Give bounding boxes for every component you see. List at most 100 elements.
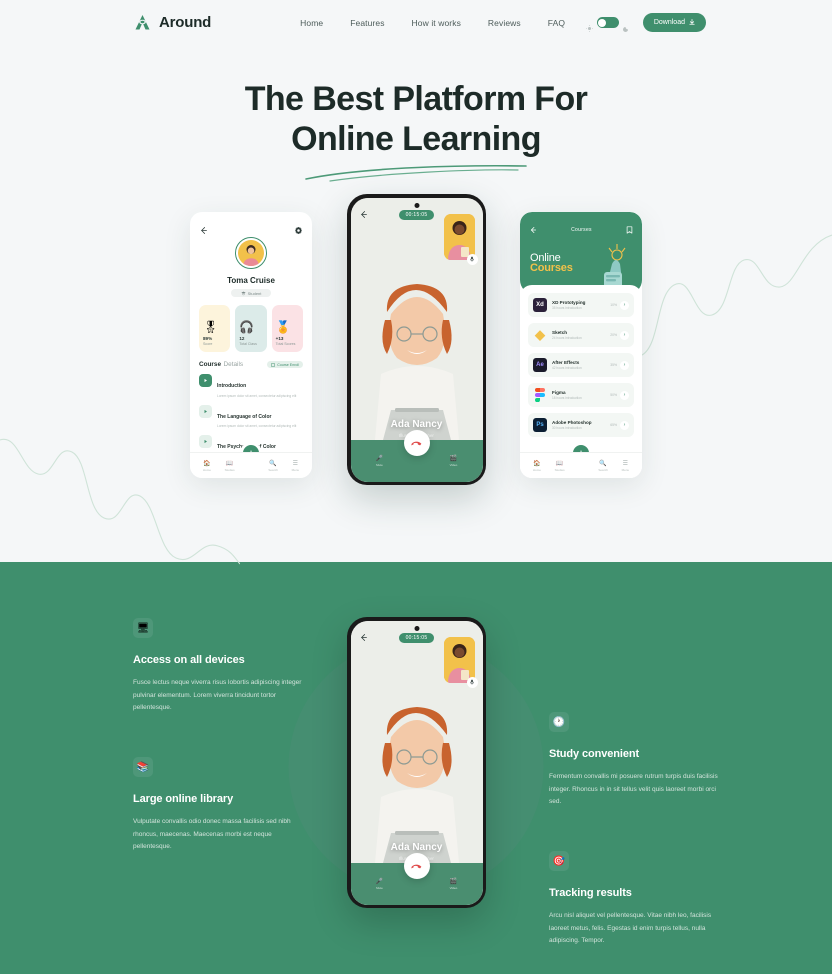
list-item[interactable]: Ae After Effects 42 hours introduction 3… bbox=[528, 353, 634, 378]
tab-menu[interactable]: ☰ Menu bbox=[292, 460, 300, 472]
avatar bbox=[235, 237, 267, 270]
mic-muted-icon[interactable] bbox=[466, 676, 478, 688]
lesson-desc: Lorem ipsum dolor sit amet, consectetur … bbox=[217, 424, 297, 429]
tab-studies[interactable]: 📖 Studies bbox=[225, 460, 235, 472]
lesson-desc: Lorem ipsum dolor sit amet, consectetur … bbox=[217, 393, 297, 398]
nav-item-reviews[interactable]: Reviews bbox=[488, 18, 521, 28]
status-badge-label: Student bbox=[247, 290, 262, 296]
chevron-right-icon[interactable]: › bbox=[620, 330, 629, 340]
course-details-header: Course Details Course Enroll bbox=[190, 352, 312, 369]
profile-name: Toma Cruise bbox=[227, 276, 275, 286]
stat-icon: 🏅 bbox=[275, 320, 291, 335]
chevron-right-icon[interactable]: › bbox=[620, 420, 629, 430]
caller-name: Ada Nancy bbox=[390, 418, 443, 430]
microphone-icon: 🎤 bbox=[375, 455, 384, 462]
sun-icon bbox=[585, 19, 593, 32]
list-item[interactable]: ◆ Sketch 24 hours introduction 20% › bbox=[528, 323, 634, 348]
avatar-image bbox=[238, 240, 264, 267]
theme-switch[interactable] bbox=[596, 17, 619, 28]
stat-value: 89% bbox=[203, 336, 213, 342]
course-subtitle: 35 hours introduction bbox=[552, 306, 582, 311]
tab-home[interactable]: 🏠 Home bbox=[533, 460, 541, 472]
mic-muted-icon[interactable] bbox=[466, 253, 478, 265]
feature-body: Vulputate convallis odio donec massa fac… bbox=[133, 818, 291, 851]
devices-icon: 🖥 bbox=[133, 618, 153, 638]
list-item[interactable]: Introduction Lorem ipsum dolor sit amet,… bbox=[190, 368, 312, 398]
phone-showcase: Toma Cruise Student 🎖 89% Score 🎧 12 Tot… bbox=[0, 194, 832, 512]
clock-icon: 🕐 bbox=[549, 712, 569, 732]
tab-video[interactable]: 🎬 Video bbox=[450, 878, 458, 890]
caller-name: Ada Nancy bbox=[390, 841, 443, 853]
nav-item-how-it-works[interactable]: How it works bbox=[412, 18, 461, 28]
chevron-right-icon[interactable]: › bbox=[620, 390, 629, 400]
back-arrow-icon[interactable] bbox=[359, 629, 368, 647]
caller-video-feed bbox=[360, 672, 473, 863]
course-progress: 10% bbox=[610, 303, 617, 308]
chevron-right-icon[interactable]: › bbox=[620, 300, 629, 310]
list-item[interactable]: The Language of Color Lorem ipsum dolor … bbox=[190, 399, 312, 429]
course-subtitle: 18 hours introduction bbox=[552, 396, 582, 401]
courses-hero-line2: Courses bbox=[530, 262, 573, 275]
stat-icon: 🎖 bbox=[203, 320, 219, 335]
courses-hero: Courses Online Courses bbox=[520, 212, 642, 295]
call-timer: 00:15:05 bbox=[398, 632, 435, 643]
video-call-screen: 00:15:05 Ada Nancy Illustrator Teacher bbox=[350, 620, 483, 905]
end-call-button[interactable] bbox=[403, 429, 430, 456]
tab-home-label: Home bbox=[532, 467, 541, 472]
pip-thumbnail[interactable] bbox=[443, 636, 475, 683]
tab-menu[interactable]: ☰ Menu bbox=[622, 460, 630, 472]
tab-search[interactable]: 🔍 Search bbox=[598, 460, 608, 472]
tab-mute[interactable]: 🎤 Mute bbox=[376, 878, 383, 890]
feature-tracking-results: 🎯 Tracking results Arcu nisl aliquet vel… bbox=[549, 851, 727, 948]
courses-title: Courses bbox=[571, 227, 592, 234]
list-item[interactable]: Xd XD Prototyping 35 hours introduction … bbox=[528, 293, 634, 318]
list-item[interactable]: Figma 18 hours introduction 50% › bbox=[528, 383, 634, 408]
course-enroll-pill[interactable]: Course Enroll bbox=[267, 361, 303, 369]
feature-title: Study convenient bbox=[549, 748, 640, 760]
gear-icon[interactable] bbox=[294, 222, 303, 235]
course-subtitle: 24 hours introduction bbox=[552, 336, 582, 341]
course-title: XD Prototyping bbox=[552, 300, 586, 306]
end-call-button[interactable] bbox=[403, 852, 430, 879]
pip-thumbnail[interactable] bbox=[443, 213, 475, 260]
stat-value: +13 bbox=[275, 336, 284, 342]
course-title: Figma bbox=[552, 390, 566, 396]
play-icon bbox=[199, 435, 212, 449]
back-arrow-icon[interactable] bbox=[359, 206, 368, 224]
video-camera-icon: 🎬 bbox=[449, 455, 458, 462]
stat-label: Total Class bbox=[239, 342, 257, 347]
caller-video-feed bbox=[360, 249, 473, 440]
brand-logo[interactable]: Around bbox=[133, 13, 211, 32]
tab-menu-label: Menu bbox=[621, 467, 630, 472]
course-progress: 35% bbox=[610, 363, 617, 368]
search-icon: 🔍 bbox=[599, 460, 607, 467]
list-item[interactable]: Ps Adobe Photoshop 30 hours introduction… bbox=[528, 413, 634, 438]
theme-mode-toggle[interactable] bbox=[585, 17, 630, 32]
download-button-label: Download bbox=[653, 19, 685, 26]
bookmark-icon[interactable] bbox=[626, 221, 633, 239]
brand-name: Around bbox=[159, 14, 212, 31]
back-arrow-icon[interactable] bbox=[199, 222, 208, 235]
tab-search[interactable]: 🔍 Search bbox=[268, 460, 278, 472]
nav-item-faq[interactable]: FAQ bbox=[548, 18, 565, 28]
stat-icon: 🎧 bbox=[239, 320, 255, 335]
course-progress: 20% bbox=[610, 333, 617, 338]
chevron-right-icon[interactable]: › bbox=[620, 360, 629, 370]
tab-mute[interactable]: 🎤 Mute bbox=[376, 455, 383, 467]
tab-home[interactable]: 🏠 Home bbox=[203, 460, 211, 472]
tab-video[interactable]: 🎬 Video bbox=[450, 455, 458, 467]
home-icon: 🏠 bbox=[203, 460, 211, 467]
nav-item-features[interactable]: Features bbox=[350, 18, 384, 28]
video-call-screen: 00:15:05 Ada Nancy Illustrator Teacher bbox=[350, 197, 483, 482]
tab-studies[interactable]: 📖 Studies bbox=[555, 460, 565, 472]
tab-studies-label: Studies bbox=[224, 467, 235, 472]
lesson-title: Introduction bbox=[217, 383, 247, 390]
call-timer: 00:15:05 bbox=[398, 209, 435, 220]
download-button[interactable]: Download bbox=[642, 13, 706, 32]
feature-large-online-library: 📚 Large online library Vulputate convall… bbox=[133, 757, 311, 854]
back-arrow-icon[interactable] bbox=[529, 221, 537, 239]
profile-stats: 🎖 89% Score 🎧 12 Total Class 🏅 +13 Total… bbox=[190, 297, 312, 353]
nav-item-home[interactable]: Home bbox=[300, 18, 323, 28]
camera-notch-icon bbox=[414, 625, 419, 631]
feature-access-on-all-devices: 🖥 Access on all devices Fusce lectus neq… bbox=[133, 618, 311, 715]
